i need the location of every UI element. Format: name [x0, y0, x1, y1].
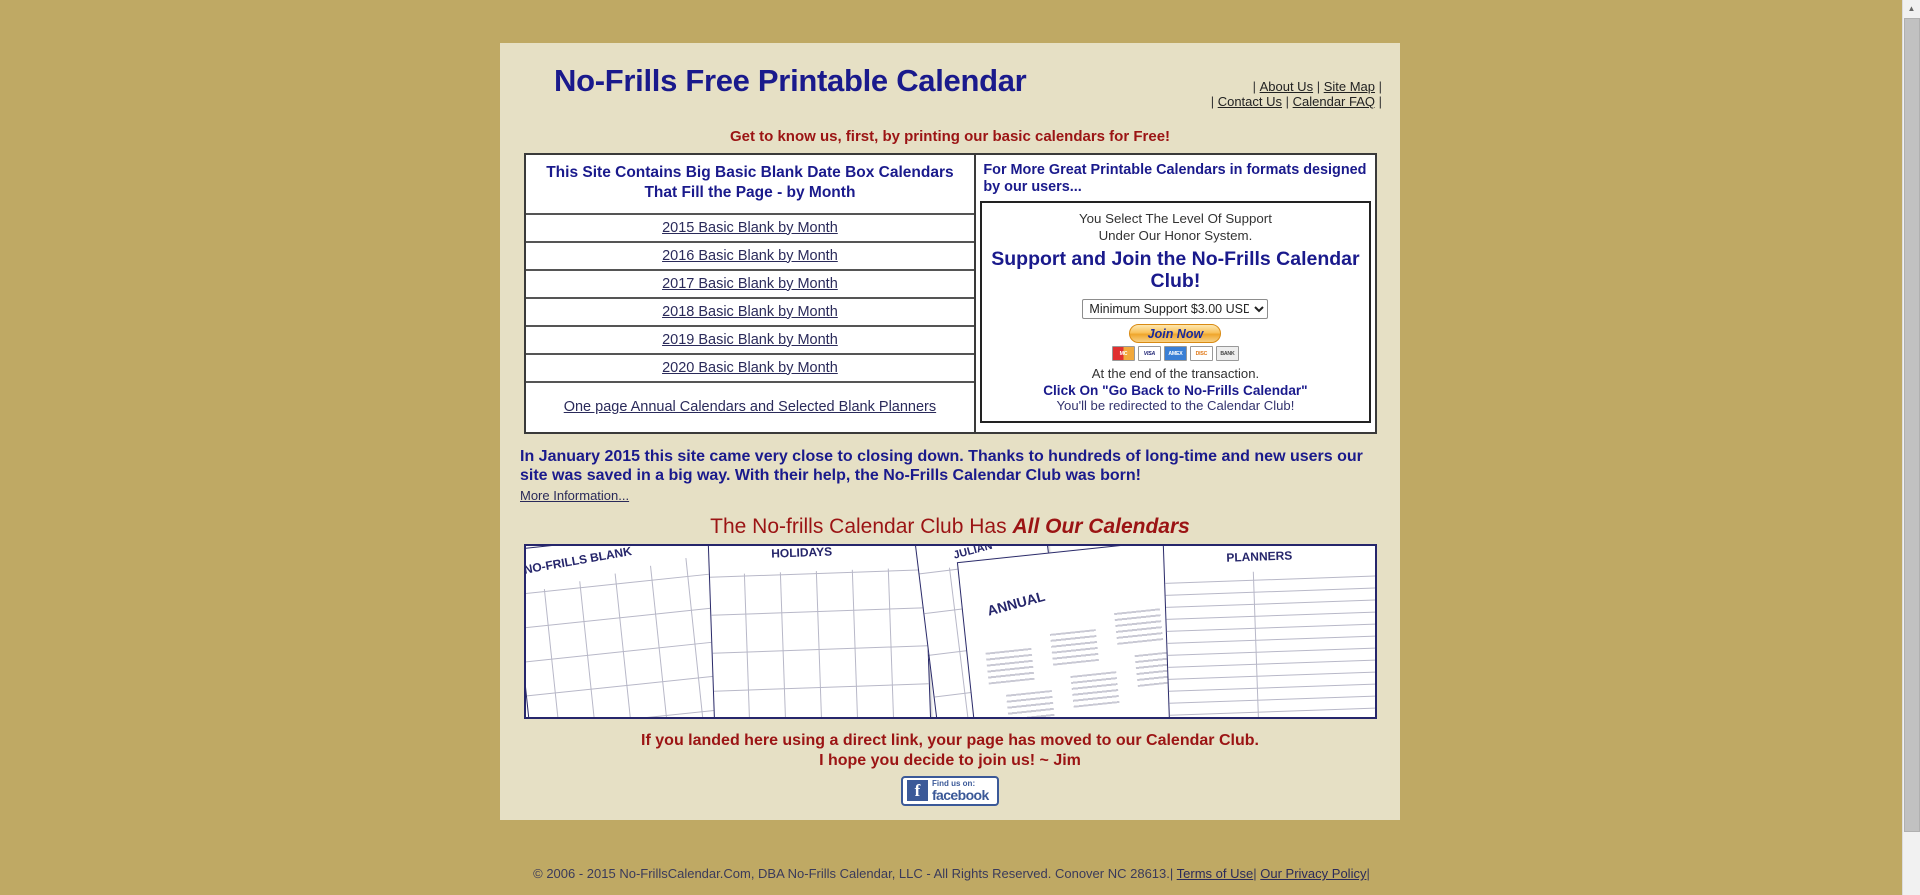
amex-icon: AMEX — [1163, 346, 1187, 362]
club-banner-heading: The No-frills Calendar Club Has All Our … — [500, 515, 1400, 539]
link-2015-basic-blank[interactable]: 2015 Basic Blank by Month — [662, 220, 838, 236]
page-content: No-Frills Free Printable Calendar | Abou… — [500, 43, 1400, 820]
facebook-icon: f — [907, 780, 928, 802]
nav-line-1: | About Us | Site Map | — [1211, 79, 1382, 94]
basic-calendars-heading: This Site Contains Big Basic Blank Date … — [525, 155, 975, 215]
footer-sep: | — [1366, 866, 1370, 881]
club-title: Support and Join the No-Frills Calendar … — [991, 247, 1360, 293]
nav-link-about-us[interactable]: About Us — [1260, 79, 1313, 94]
sample-sheet-blank: NO-FRILLS BLANK — [523, 544, 736, 718]
link-2018-basic-blank[interactable]: 2018 Basic Blank by Month — [662, 304, 838, 320]
scrollbar-thumb[interactable] — [1904, 18, 1920, 832]
facebook-wordmark: facebook — [932, 786, 989, 803]
nav-sep: | — [1313, 79, 1324, 94]
main-table: This Site Contains Big Basic Blank Date … — [523, 152, 1377, 434]
facebook-badge[interactable]: f Find us on: facebook — [901, 775, 999, 806]
sample-label-planners: PLANNERS — [1225, 548, 1293, 566]
header-nav: | About Us | Site Map | | Contact Us | C… — [1211, 79, 1382, 110]
footer-sep: | — [1169, 866, 1174, 881]
site-history-text: In January 2015 this site came very clos… — [520, 447, 1363, 485]
sample-label-annual: ANNUAL — [984, 588, 1047, 620]
more-information-link[interactable]: More Information... — [520, 488, 629, 503]
more-information[interactable]: More Information... — [520, 488, 1380, 504]
calendar-club-heading: For More Great Printable Calendars in fo… — [983, 161, 1367, 196]
footer-link-privacy-policy[interactable]: Our Privacy Policy — [1260, 866, 1366, 881]
support-level-select[interactable]: Minimum Support $3.00 USD Support $5.00 … — [1082, 299, 1269, 320]
nav-link-contact-us[interactable]: Contact Us — [1218, 94, 1282, 109]
footer-sep: | — [1253, 866, 1257, 881]
basic-calendars-column: This Site Contains Big Basic Blank Date … — [525, 154, 977, 432]
closing-message: If you landed here using a direct link, … — [500, 731, 1400, 769]
footer-copyright: © 2006 - 2015 No-FrillsCalendar.Com, DBA… — [533, 866, 1170, 881]
table-row[interactable]: 2018 Basic Blank by Month — [525, 299, 975, 327]
table-row[interactable]: 2017 Basic Blank by Month — [525, 271, 975, 299]
accepted-cards: MC VISA AMEX DISC BANK — [988, 346, 1362, 362]
calendar-samples-image: NO-FRILLS BLANK HOLIDAYS JULIAN ANNUAL P… — [523, 544, 1377, 720]
scroll-up-arrow-icon[interactable]: ▲ — [1903, 0, 1920, 17]
link-annual-calendars-planners[interactable]: One page Annual Calendars and Selected B… — [564, 399, 936, 415]
sample-sheet-planners: PLANNERS — [1162, 546, 1375, 718]
nav-sep: | — [1210, 94, 1218, 110]
tagline: Get to know us, first, by printing our b… — [729, 127, 1171, 145]
join-now-button[interactable]: Join Now — [1129, 324, 1222, 344]
mastercard-icon: MC — [1111, 346, 1135, 362]
nav-sep: | — [1375, 94, 1382, 110]
page-footer: © 2006 - 2015 No-FrillsCalendar.Com, DBA… — [0, 866, 1903, 881]
bank-icon: BANK — [1215, 346, 1239, 362]
table-row[interactable]: 2016 Basic Blank by Month — [525, 243, 975, 271]
honor-system-line-2: Under Our Honor System. — [1098, 227, 1253, 243]
discover-icon: DISC — [1189, 346, 1213, 362]
closing-line-2: I hope you decide to join us! ~ Jim — [819, 751, 1081, 769]
club-banner-prefix: The No-frills Calendar Club Has — [710, 515, 1013, 539]
calendar-club-column: For More Great Printable Calendars in fo… — [976, 154, 1375, 432]
visa-icon: VISA — [1137, 346, 1161, 362]
nav-link-calendar-faq[interactable]: Calendar FAQ — [1293, 94, 1375, 109]
table-row[interactable]: 2019 Basic Blank by Month — [525, 327, 975, 355]
transaction-line-1: At the end of the transaction. — [1091, 366, 1260, 382]
table-row[interactable]: One page Annual Calendars and Selected B… — [526, 383, 975, 432]
nav-link-site-map[interactable]: Site Map — [1324, 79, 1375, 94]
link-2019-basic-blank[interactable]: 2019 Basic Blank by Month — [662, 332, 838, 348]
sample-sheet-holidays: HOLIDAYS — [707, 544, 931, 718]
closing-line-1: If you landed here using a direct link, … — [641, 732, 1259, 750]
link-2017-basic-blank[interactable]: 2017 Basic Blank by Month — [662, 276, 838, 292]
transaction-line-3: You'll be redirected to the Calendar Clu… — [1056, 397, 1295, 413]
nav-line-2: | Contact Us | Calendar FAQ | — [1211, 94, 1382, 109]
page-title: No-Frills Free Printable Calendar — [554, 63, 1027, 98]
page-root: No-Frills Free Printable Calendar | Abou… — [0, 0, 1903, 895]
sample-label-holidays: HOLIDAYS — [770, 544, 832, 562]
table-row[interactable]: 2015 Basic Blank by Month — [525, 215, 975, 243]
table-row[interactable]: 2020 Basic Blank by Month — [525, 355, 975, 383]
nav-sep: | — [1252, 79, 1260, 94]
page-header: No-Frills Free Printable Calendar | Abou… — [500, 43, 1400, 116]
nav-sep: | — [1282, 94, 1293, 110]
honor-system-line-1: You Select The Level Of Support — [1078, 210, 1272, 226]
link-2020-basic-blank[interactable]: 2020 Basic Blank by Month — [662, 360, 838, 376]
club-banner-emphasis: All Our Calendars — [1012, 515, 1190, 539]
sample-label-blank: NO-FRILLS BLANK — [523, 544, 633, 578]
calendar-club-box: You Select The Level Of Support Under Ou… — [980, 200, 1371, 423]
facebook-text: Find us on: facebook — [932, 779, 989, 803]
vertical-scrollbar[interactable]: ▲ — [1902, 0, 1920, 895]
link-2016-basic-blank[interactable]: 2016 Basic Blank by Month — [662, 248, 838, 264]
footer-link-terms-of-use[interactable]: Terms of Use — [1177, 866, 1254, 881]
transaction-line-2: Click On "Go Back to No-Frills Calendar" — [1043, 382, 1308, 398]
site-history-paragraph: In January 2015 this site came very clos… — [520, 447, 1380, 504]
nav-sep: | — [1375, 79, 1382, 94]
